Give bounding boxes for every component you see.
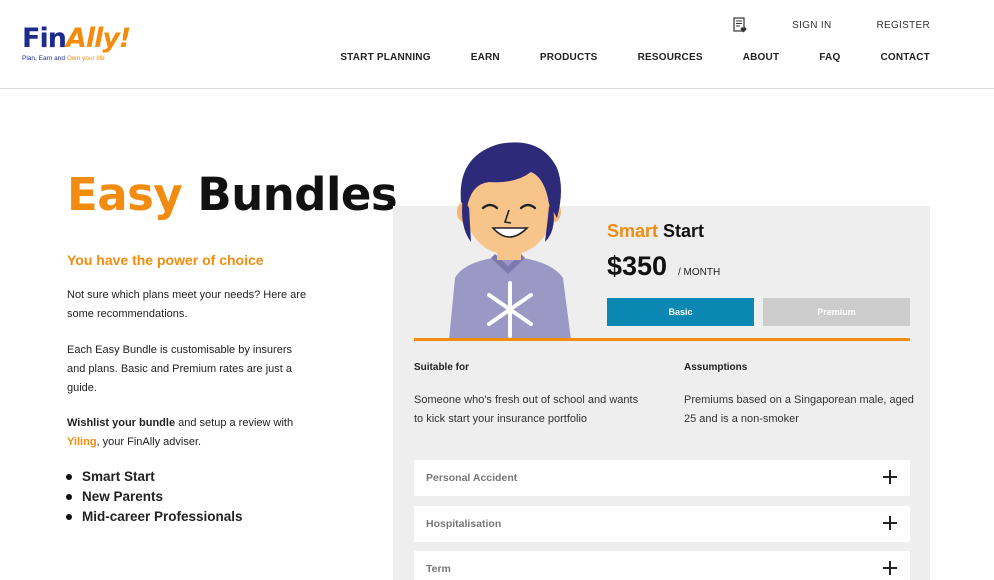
plan-price: $350 (607, 251, 668, 281)
customise-paragraph: Each Easy Bundle is customisable by insu… (67, 344, 293, 394)
bundle-item-new-parents[interactable]: New Parents (66, 487, 243, 507)
wishlist-mid-text: and setup a review with (175, 417, 294, 429)
nav-faq[interactable]: FAQ (819, 52, 840, 63)
logo-wordmark: FinAlly! (22, 24, 142, 54)
adviser-link[interactable]: Yiling (67, 436, 97, 448)
logo-fin: Fin (22, 23, 67, 54)
sign-in-link[interactable]: SIGN IN (792, 20, 831, 31)
plus-icon[interactable] (883, 516, 897, 530)
intro-paragraph: Not sure which plans meet your needs? He… (67, 289, 307, 320)
card-divider (414, 338, 910, 341)
plan-name-rest: Start (658, 221, 705, 241)
accordion-label: Term (426, 563, 451, 575)
price-period: / MONTH (678, 267, 721, 278)
assumptions-text: Premiums based on a Singaporean male, ag… (684, 394, 914, 425)
plus-icon[interactable] (883, 470, 897, 484)
plan-name: Smart Start (607, 221, 704, 242)
bundle-list: Smart Start New Parents Mid-career Profe… (66, 467, 243, 527)
nav-resources[interactable]: RESOURCES (638, 52, 703, 63)
accordion-personal-accident[interactable]: Personal Accident (414, 460, 910, 496)
assumptions-heading: Assumptions (684, 362, 748, 373)
top-links: SIGN IN REGISTER (732, 17, 930, 33)
accordion-label: Hospitalisation (426, 518, 502, 530)
nav-earn[interactable]: EARN (471, 52, 500, 63)
plus-icon[interactable] (883, 561, 897, 575)
site-header: FinAlly! Plan, Earn and Own your life SI… (0, 0, 994, 89)
accordion-label: Personal Accident (426, 472, 518, 484)
avatar-illustration (449, 142, 571, 340)
suitable-heading: Suitable for (414, 362, 470, 373)
nav-contact[interactable]: CONTACT (880, 52, 930, 63)
wishlist-bundle-text: Wishlist your bundle (67, 417, 176, 429)
wishlist-icon[interactable] (732, 17, 748, 33)
tagline-start: Plan, Earn and (22, 55, 67, 62)
main-nav: START PLANNING EARN PRODUCTS RESOURCES A… (340, 52, 930, 63)
basic-tier-button[interactable]: Basic (607, 298, 754, 326)
nav-start-planning[interactable]: START PLANNING (340, 52, 430, 63)
nav-about[interactable]: ABOUT (743, 52, 780, 63)
finally-logo[interactable]: FinAlly! Plan, Earn and Own your life (22, 24, 142, 72)
title-main: Bundles (182, 168, 398, 221)
wishlist-end-text: , your FinAlly adviser. (96, 436, 202, 448)
wishlist-paragraph: Wishlist your bundle and setup a review … (67, 414, 312, 452)
tagline-own: Own your life (66, 55, 105, 62)
page-subtitle: You have the power of choice (67, 252, 264, 268)
title-accent: Easy (67, 168, 183, 221)
premium-tier-button[interactable]: Premium (763, 298, 910, 326)
nav-products[interactable]: PRODUCTS (540, 52, 598, 63)
suitable-text: Someone who's fresh out of school and wa… (414, 394, 639, 425)
logo-ally: Ally! (65, 23, 131, 54)
register-link[interactable]: REGISTER (876, 20, 930, 31)
accordion-term[interactable]: Term (414, 551, 910, 580)
page-title: Easy Bundles (67, 168, 398, 221)
logo-tagline: Plan, Earn and Own your life (22, 55, 142, 62)
plan-name-accent: Smart (607, 221, 659, 241)
bundle-item-smart-start[interactable]: Smart Start (66, 467, 243, 487)
accordion-hospitalisation[interactable]: Hospitalisation (414, 506, 910, 542)
bundle-item-mid-career[interactable]: Mid-career Professionals (66, 507, 243, 527)
